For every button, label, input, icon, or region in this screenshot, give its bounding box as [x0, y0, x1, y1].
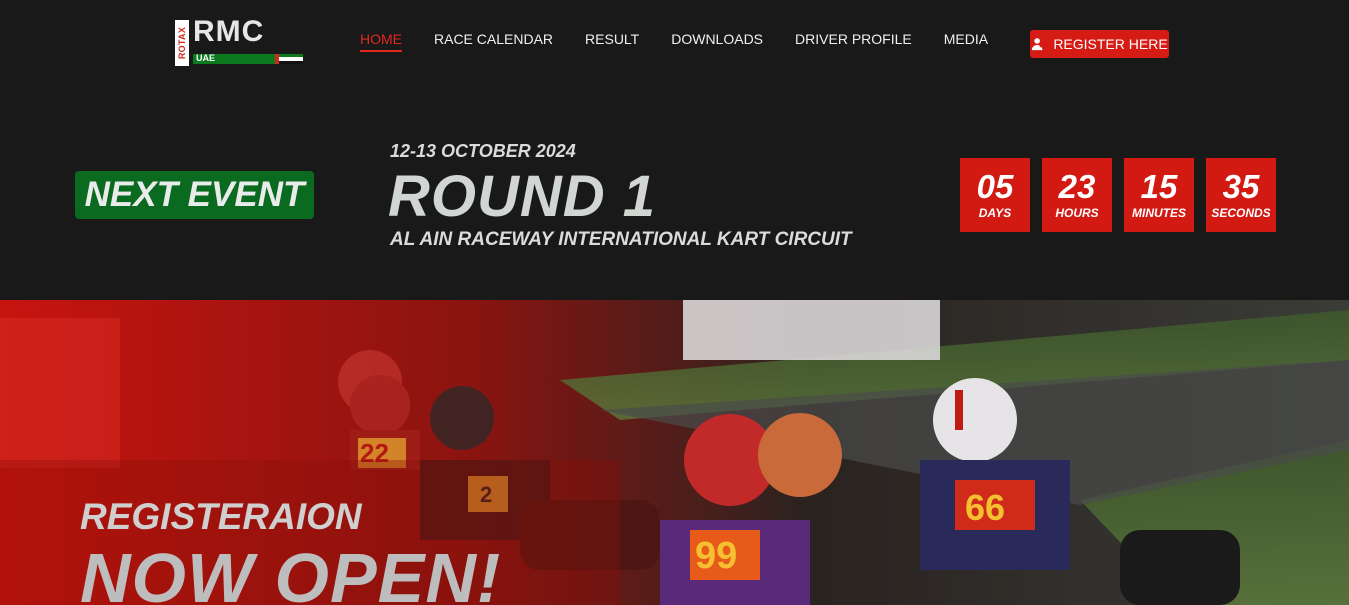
countdown-seconds-value: 35: [1222, 168, 1260, 205]
rmc-logo[interactable]: ROTAX RMC UAE: [175, 15, 305, 68]
countdown-seconds: 35 SECONDS: [1206, 158, 1276, 232]
event-date: 12-13 OCTOBER 2024: [390, 141, 576, 161]
countdown-hours-value: 23: [1058, 168, 1096, 205]
event-title: ROUND 1: [388, 164, 657, 229]
countdown-seconds-label: SECONDS: [1211, 206, 1271, 220]
register-here-button[interactable]: REGISTER HERE: [1030, 30, 1169, 58]
logo-side-text: ROTAX: [177, 26, 187, 60]
countdown-timer: 05 DAYS 23 HOURS 15 MINUTES 35 SECONDS: [960, 158, 1276, 232]
uae-flag-icon: [279, 54, 303, 64]
main-nav: HOME RACE CALENDAR RESULT DOWNLOADS DRIV…: [360, 31, 1020, 52]
countdown-hours: 23 HOURS: [1042, 158, 1112, 232]
nav-media[interactable]: MEDIA: [944, 31, 988, 52]
next-event-badge: NEXT EVENT: [75, 171, 314, 219]
nav-race-calendar[interactable]: RACE CALENDAR: [434, 31, 553, 52]
countdown-minutes-value: 15: [1140, 168, 1178, 205]
countdown-days-label: DAYS: [978, 206, 1012, 220]
event-venue: AL AIN RACEWAY INTERNATIONAL KART CIRCUI…: [390, 229, 852, 250]
nav-driver-profile[interactable]: DRIVER PROFILE: [795, 31, 912, 52]
logo-text: RMC: [193, 15, 265, 48]
countdown-minutes: 15 MINUTES: [1124, 158, 1194, 232]
register-button-label: REGISTER HERE: [1053, 36, 1168, 52]
logo-side-strip: ROTAX: [175, 20, 189, 66]
user-icon: [1032, 38, 1045, 51]
hero-title: NOW OPEN!: [80, 539, 502, 605]
hero-subtitle: REGISTERAION: [80, 496, 362, 537]
nav-downloads[interactable]: DOWNLOADS: [671, 31, 763, 52]
countdown-days-value: 05: [976, 168, 1014, 205]
kart-number-99: 99: [695, 535, 737, 577]
countdown-days: 05 DAYS: [960, 158, 1030, 232]
logo-flag-bar: UAE: [193, 53, 303, 64]
nav-home[interactable]: HOME: [360, 31, 402, 52]
kart-number-66: 66: [965, 487, 1005, 528]
hero-banner: 22 2 99 66 REGISTERAION NOW OPEN!: [0, 300, 1349, 605]
countdown-minutes-label: MINUTES: [1132, 206, 1186, 220]
nav-result[interactable]: RESULT: [585, 31, 639, 52]
site-header: ROTAX RMC UAE HOME RACE CALENDAR RESULT …: [0, 0, 1349, 300]
countdown-hours-label: HOURS: [1055, 206, 1099, 220]
logo-country: UAE: [196, 53, 216, 63]
